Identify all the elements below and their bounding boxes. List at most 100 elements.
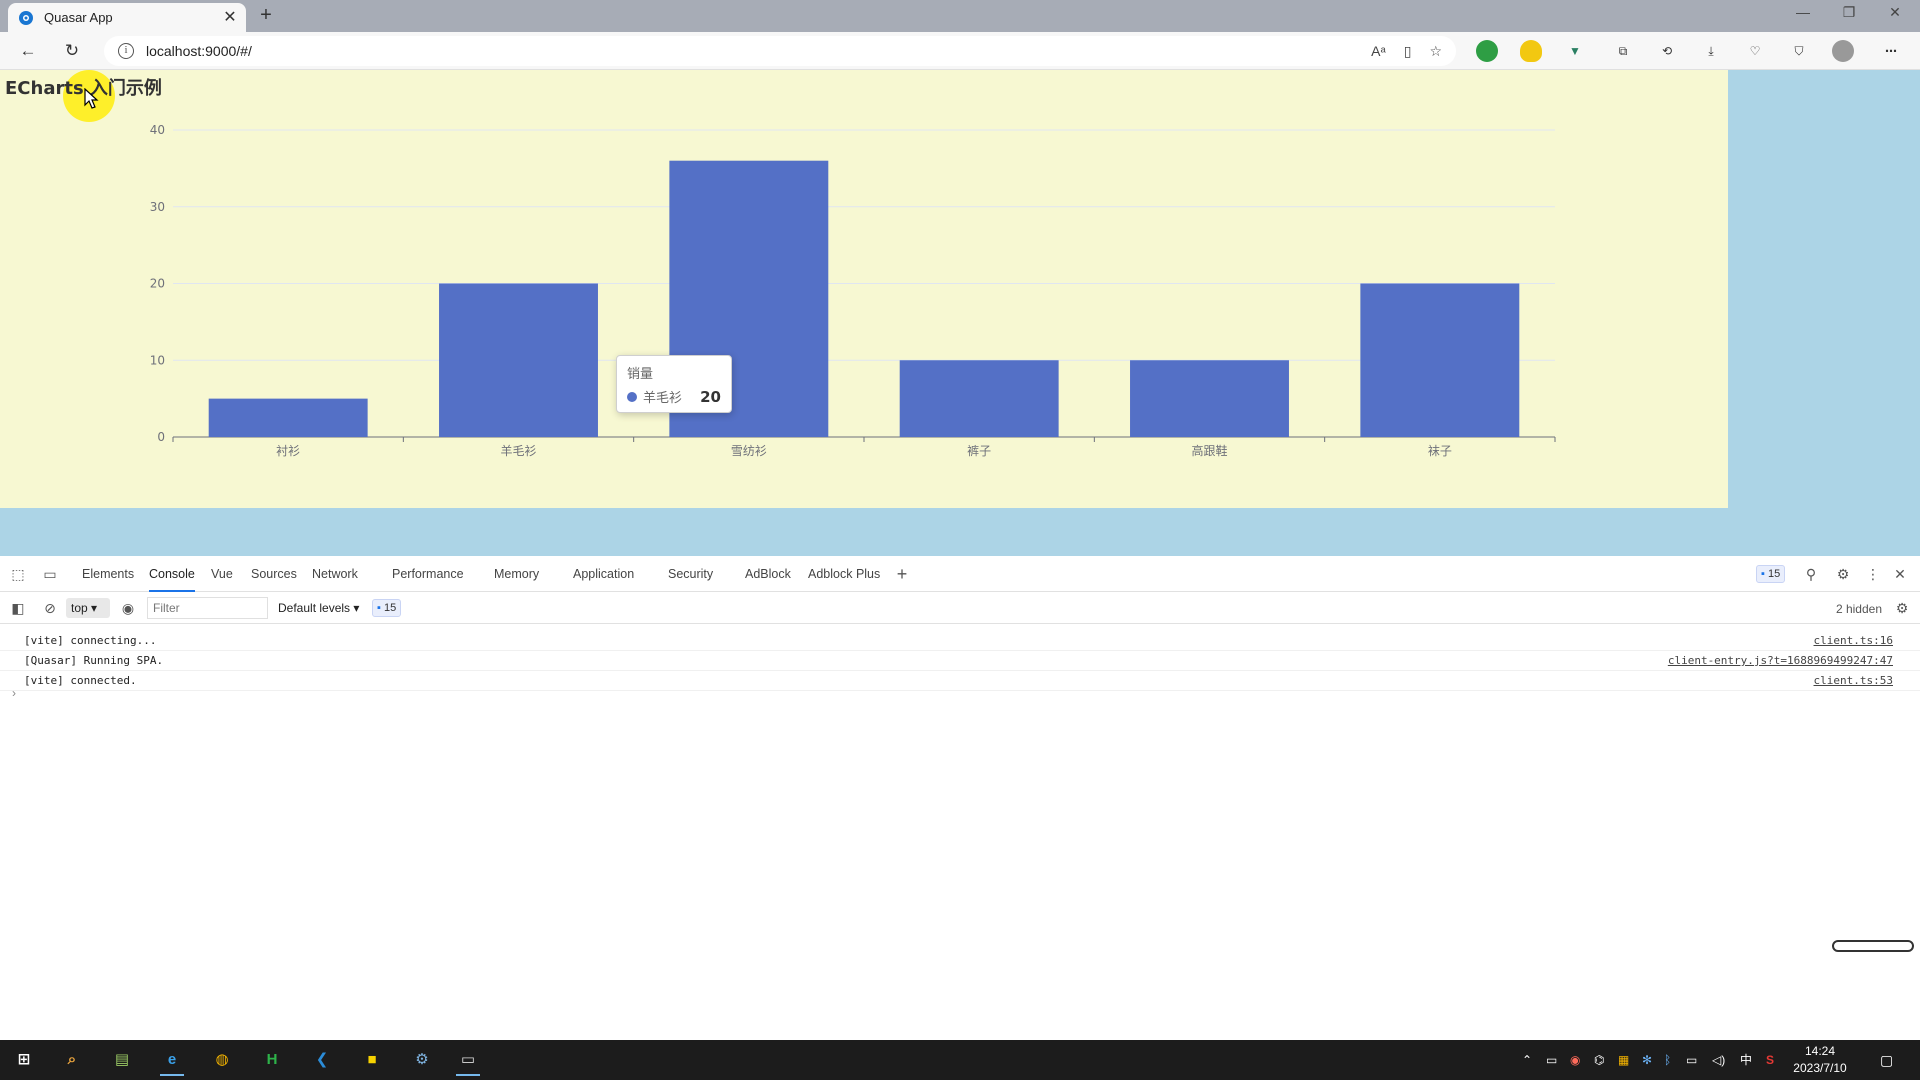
- bluetooth-icon[interactable]: ᛒ: [1664, 1040, 1671, 1080]
- devtools-panel: ⬚ ▭ Elements Console Vue Sources Network…: [0, 556, 1920, 1040]
- chrome-browser-icon[interactable]: ◍: [202, 1044, 242, 1076]
- tab-elements[interactable]: Elements: [82, 556, 134, 592]
- extension-shield-icon[interactable]: [1520, 40, 1542, 62]
- tray-color-icon[interactable]: ▦: [1618, 1040, 1629, 1080]
- tab-adblock[interactable]: AdBlock: [745, 556, 791, 592]
- collections-icon[interactable]: ⧉: [1612, 40, 1634, 62]
- tab-adblock-plus[interactable]: Adblock Plus: [808, 556, 880, 592]
- source-link[interactable]: client.ts:53: [1814, 671, 1893, 691]
- vscode-app-icon[interactable]: ❮: [302, 1044, 342, 1076]
- hbuilder-app-icon[interactable]: H: [252, 1044, 292, 1076]
- tab-console[interactable]: Console: [149, 556, 195, 592]
- reload-icon[interactable]: ↻: [60, 39, 84, 63]
- screen-app-icon[interactable]: ▭: [448, 1044, 488, 1076]
- system-clock[interactable]: 14:24 2023/7/10: [1780, 1043, 1860, 1077]
- tab-vue[interactable]: Vue: [211, 556, 233, 592]
- sticky-notes-icon[interactable]: ■: [352, 1044, 392, 1076]
- clear-console-icon[interactable]: ⊘: [41, 599, 59, 617]
- y-tick-label: 20: [150, 277, 165, 291]
- profile-avatar[interactable]: [1832, 40, 1854, 62]
- context-select[interactable]: top ▾: [66, 598, 110, 618]
- x-tick-label: 羊毛衫: [500, 443, 536, 458]
- downloads-icon[interactable]: ⤓: [1700, 40, 1722, 62]
- immersive-reader-icon[interactable]: ▯: [1404, 43, 1412, 60]
- message-text: [Quasar] Running SPA.: [24, 654, 164, 667]
- y-tick-label: 10: [150, 353, 165, 367]
- address-bar[interactable]: i localhost:9000/#/ Aᵃ ▯ ☆: [104, 36, 1456, 66]
- tab-strip: Quasar App ✕ + — ❐ ✕: [0, 0, 1920, 32]
- issues-count: 15: [1767, 568, 1781, 580]
- new-tab-button[interactable]: +: [254, 4, 278, 28]
- extension-green-icon[interactable]: [1476, 40, 1498, 62]
- tab-memory[interactable]: Memory: [494, 556, 539, 592]
- tray-chevron-icon[interactable]: ⌃: [1522, 1040, 1532, 1080]
- kebab-menu-icon[interactable]: ⋮: [1864, 565, 1882, 583]
- settings-gear-icon[interactable]: ⚙: [1834, 565, 1852, 583]
- x-tick-label: 衬衫: [276, 444, 300, 458]
- browser-tab[interactable]: Quasar App ✕: [8, 3, 246, 32]
- read-aloud-icon[interactable]: Aᵃ: [1371, 43, 1386, 59]
- more-tabs-plus-icon[interactable]: +: [893, 565, 911, 583]
- tray-monitor-icon[interactable]: ▭: [1546, 1040, 1557, 1080]
- tab-sources[interactable]: Sources: [251, 556, 297, 592]
- filter-input[interactable]: Filter: [147, 597, 268, 619]
- notification-center-icon[interactable]: ▢: [1880, 1040, 1893, 1080]
- url-text: localhost:9000/#/: [146, 43, 252, 59]
- device-toolbar-icon[interactable]: ▭: [41, 565, 59, 583]
- console-settings-icon[interactable]: ⚙: [1893, 599, 1911, 617]
- minimize-button[interactable]: —: [1780, 4, 1826, 20]
- tray-app-icon[interactable]: ◉: [1570, 1040, 1580, 1080]
- bar: [208, 398, 368, 437]
- taskbar: ⊞ ⌕ ▤ e ◍ H ❮ ■ ⚙ ▭ ⌃ ▭ ◉ ⌬ ▦ ✻ ᛒ ▭ ◁) 中…: [0, 1040, 1920, 1080]
- log-levels-dropdown[interactable]: Default levels ▾: [278, 598, 359, 618]
- notepad-app-icon[interactable]: ▤: [102, 1044, 142, 1076]
- site-info-icon[interactable]: i: [118, 43, 134, 59]
- y-tick-label: 30: [150, 200, 165, 214]
- scrollbar-handle[interactable]: [1832, 940, 1914, 952]
- source-link[interactable]: client.ts:16: [1814, 631, 1893, 651]
- volume-icon[interactable]: ◁): [1712, 1040, 1725, 1080]
- message-text: [vite] connecting...: [24, 634, 157, 647]
- live-expression-eye-icon[interactable]: ◉: [119, 599, 137, 617]
- tab-security[interactable]: Security: [668, 556, 713, 592]
- edge-browser-icon[interactable]: e: [152, 1044, 192, 1076]
- search-magnifier-icon[interactable]: ⌕: [52, 1044, 92, 1076]
- browser-toolbar: ← ↻ i localhost:9000/#/ Aᵃ ▯ ☆ ▼ ⧉ ⟲ ⤓ ♡…: [0, 32, 1920, 70]
- browser-essentials-icon[interactable]: ⛉: [1788, 40, 1810, 62]
- issues-badge[interactable]: ▪ 15: [1756, 565, 1786, 583]
- windows-start-icon[interactable]: ⊞: [4, 1044, 44, 1076]
- source-link[interactable]: client-entry.js?t=1688969499247:47: [1668, 651, 1893, 671]
- app-gear-icon[interactable]: ⚙: [402, 1044, 442, 1076]
- network-icon[interactable]: ▭: [1686, 1040, 1697, 1080]
- close-tab-icon[interactable]: ✕: [220, 8, 240, 28]
- series-dot-icon: [627, 391, 637, 402]
- sogou-ime-icon[interactable]: S: [1766, 1040, 1774, 1080]
- vue-devtools-icon[interactable]: ▼: [1564, 40, 1586, 62]
- sidebar-toggle-icon[interactable]: ◧: [9, 599, 27, 617]
- bar: [1360, 283, 1520, 437]
- close-devtools-icon[interactable]: ✕: [1891, 565, 1909, 583]
- y-tick-label: 0: [157, 430, 165, 444]
- clock-date: 2023/7/10: [1793, 1061, 1847, 1075]
- connect-icon[interactable]: ⚲: [1802, 565, 1820, 583]
- tab-network[interactable]: Network: [312, 556, 358, 592]
- console-message: [vite] connected. client.ts:53: [0, 671, 1920, 691]
- clock-time: 14:24: [1804, 1044, 1836, 1058]
- message-count-badge[interactable]: ▪ 15: [372, 599, 402, 617]
- tray-snowflake-icon[interactable]: ✻: [1642, 1040, 1652, 1080]
- restore-button[interactable]: ❐: [1826, 4, 1872, 21]
- tab-application[interactable]: Application: [573, 556, 634, 592]
- back-arrow-icon[interactable]: ←: [16, 39, 40, 63]
- ime-indicator[interactable]: 中: [1740, 1040, 1752, 1080]
- more-menu-icon[interactable]: ⋯: [1880, 40, 1902, 62]
- console-prompt[interactable]: ›: [12, 686, 16, 700]
- tray-usb-icon[interactable]: ⌬: [1594, 1040, 1604, 1080]
- inspect-element-icon[interactable]: ⬚: [9, 565, 27, 583]
- performance-heart-icon[interactable]: ♡: [1744, 40, 1766, 62]
- x-tick-label: 雪纺衫: [731, 444, 767, 458]
- favorite-star-icon[interactable]: ☆: [1429, 43, 1442, 60]
- history-icon[interactable]: ⟲: [1656, 40, 1678, 62]
- close-window-button[interactable]: ✕: [1872, 4, 1918, 21]
- bar: [899, 360, 1059, 437]
- tab-performance[interactable]: Performance: [392, 556, 464, 592]
